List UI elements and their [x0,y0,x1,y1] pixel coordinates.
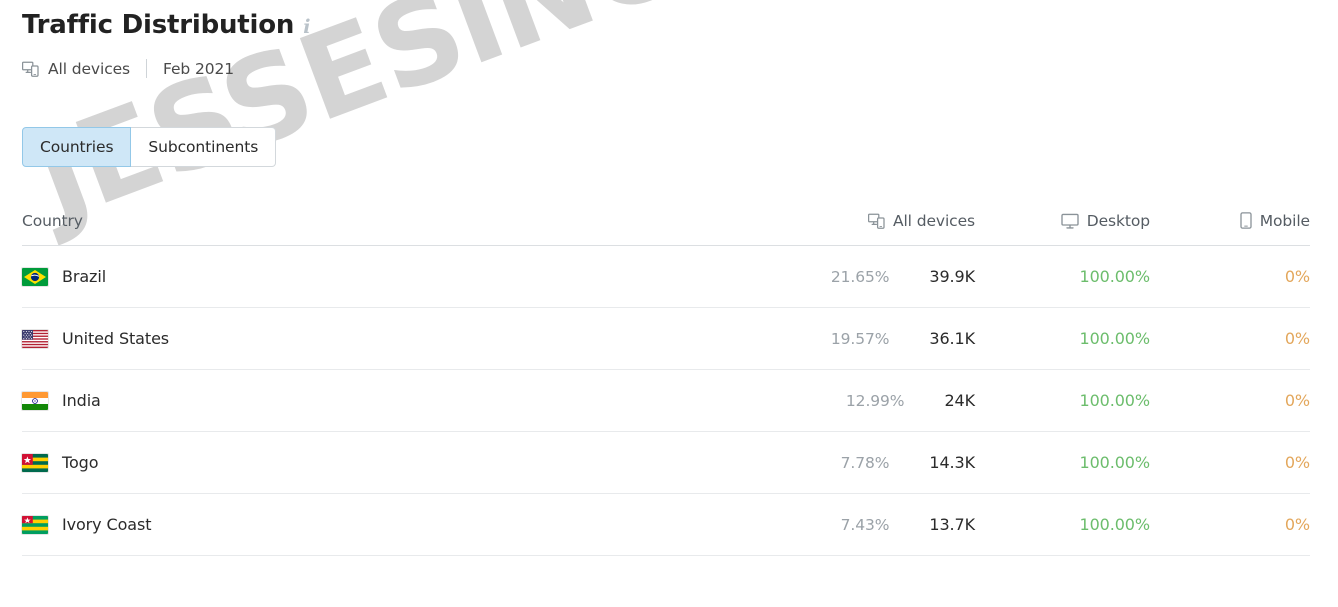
traffic-value: 24K [944,391,975,410]
desktop-percent: 100.00% [1079,329,1151,348]
page-title: Traffic Distribution [22,10,295,40]
table-row[interactable]: Togo 7.78% 14.3K 100.00% 0% [22,432,1310,494]
country-name: Ivory Coast [62,515,152,534]
cell-mobile: 0% [1150,267,1310,286]
info-icon[interactable]: i [303,18,310,37]
cell-desktop: 100.00% [975,329,1151,348]
subtitle-row: All devices Feb 2021 [22,59,310,78]
column-header-country-label: Country [22,211,83,230]
traffic-value: 14.3K [929,453,975,472]
all-devices-label: All devices [48,59,131,78]
country-name: Brazil [62,267,107,286]
cell-desktop: 100.00% [975,515,1151,534]
mobile-icon [1240,212,1252,229]
column-header-desktop-label: Desktop [1086,211,1150,230]
cell-desktop: 100.00% [975,453,1151,472]
mobile-percent: 0% [1284,515,1310,534]
mobile-percent: 0% [1284,391,1310,410]
flag-ivory-coast-icon [22,515,48,534]
cell-all-devices: 7.43% 13.7K [800,515,975,534]
table-row[interactable]: United States 19.57% 36.1K 100.00% 0% [22,308,1310,370]
mobile-percent: 0% [1284,453,1310,472]
column-header-mobile-label: Mobile [1259,211,1310,230]
traffic-distribution-widget: JESSESINGH.ORG Traffic Distribution i Al… [0,0,1338,607]
flag-brazil-icon [22,267,48,286]
country-name: Togo [62,453,99,472]
country-name: United States [62,329,170,348]
cell-country: Brazil [22,267,800,286]
widget-header: Traffic Distribution i All devices Feb 2… [22,8,310,78]
flag-united-states-icon [22,329,48,348]
view-tabs: Countries Subcontinents [22,127,277,167]
cell-mobile: 0% [1150,453,1310,472]
cell-all-devices: 19.57% 36.1K [800,329,975,348]
column-header-all-devices-label: All devices [892,211,975,230]
flag-togo-icon [22,453,48,472]
subtitle-divider [146,59,148,78]
cell-mobile: 0% [1150,329,1310,348]
table-row[interactable]: Ivory Coast 7.43% 13.7K 100.00% 0% [22,494,1310,556]
cell-all-devices: 12.99% 24K [800,391,975,410]
cell-country: India [22,391,800,410]
table-header-row: Country All devices Desktop Mobile [22,196,1310,246]
desktop-percent: 100.00% [1079,453,1151,472]
cell-all-devices: 21.65% 39.9K [800,267,975,286]
cell-country: United States [22,329,800,348]
traffic-value: 39.9K [929,267,975,286]
desktop-icon [1061,213,1079,229]
column-header-desktop[interactable]: Desktop [975,212,1150,230]
mobile-percent: 0% [1284,329,1310,348]
desktop-percent: 100.00% [1079,515,1151,534]
mobile-percent: 0% [1284,267,1310,286]
desktop-percent: 100.00% [1079,391,1151,410]
tab-subcontinents[interactable]: Subcontinents [131,127,277,167]
cell-all-devices: 7.78% 14.3K [800,453,975,472]
tab-subcontinents-label: Subcontinents [148,138,259,156]
desktop-percent: 100.00% [1079,267,1151,286]
cell-mobile: 0% [1150,515,1310,534]
share-percent: 12.99% [845,392,905,410]
column-header-mobile[interactable]: Mobile [1150,212,1310,230]
country-name: India [62,391,101,410]
cell-desktop: 100.00% [975,391,1151,410]
all-devices-icon [22,61,39,77]
all-devices-icon [867,213,885,229]
traffic-value: 36.1K [929,329,975,348]
column-header-country[interactable]: Country [22,212,800,230]
table-row[interactable]: Brazil 21.65% 39.9K 100.00% 0% [22,246,1310,308]
share-percent: 19.57% [830,330,890,348]
cell-country: Ivory Coast [22,515,800,534]
cell-country: Togo [22,453,800,472]
share-percent: 7.78% [840,454,890,472]
date-label: Feb 2021 [163,59,235,78]
table-row[interactable]: India 12.99% 24K 100.00% 0% [22,370,1310,432]
traffic-value: 13.7K [929,515,975,534]
cell-mobile: 0% [1150,391,1310,410]
share-percent: 21.65% [830,268,890,286]
tab-countries-label: Countries [40,138,114,156]
cell-desktop: 100.00% [975,267,1151,286]
tab-countries[interactable]: Countries [22,127,132,167]
traffic-table: Country All devices Desktop Mobile Brazi… [22,196,1310,556]
column-header-all-devices[interactable]: All devices [800,212,975,230]
flag-india-icon [22,391,48,410]
title-row: Traffic Distribution i [22,8,310,42]
share-percent: 7.43% [840,516,890,534]
